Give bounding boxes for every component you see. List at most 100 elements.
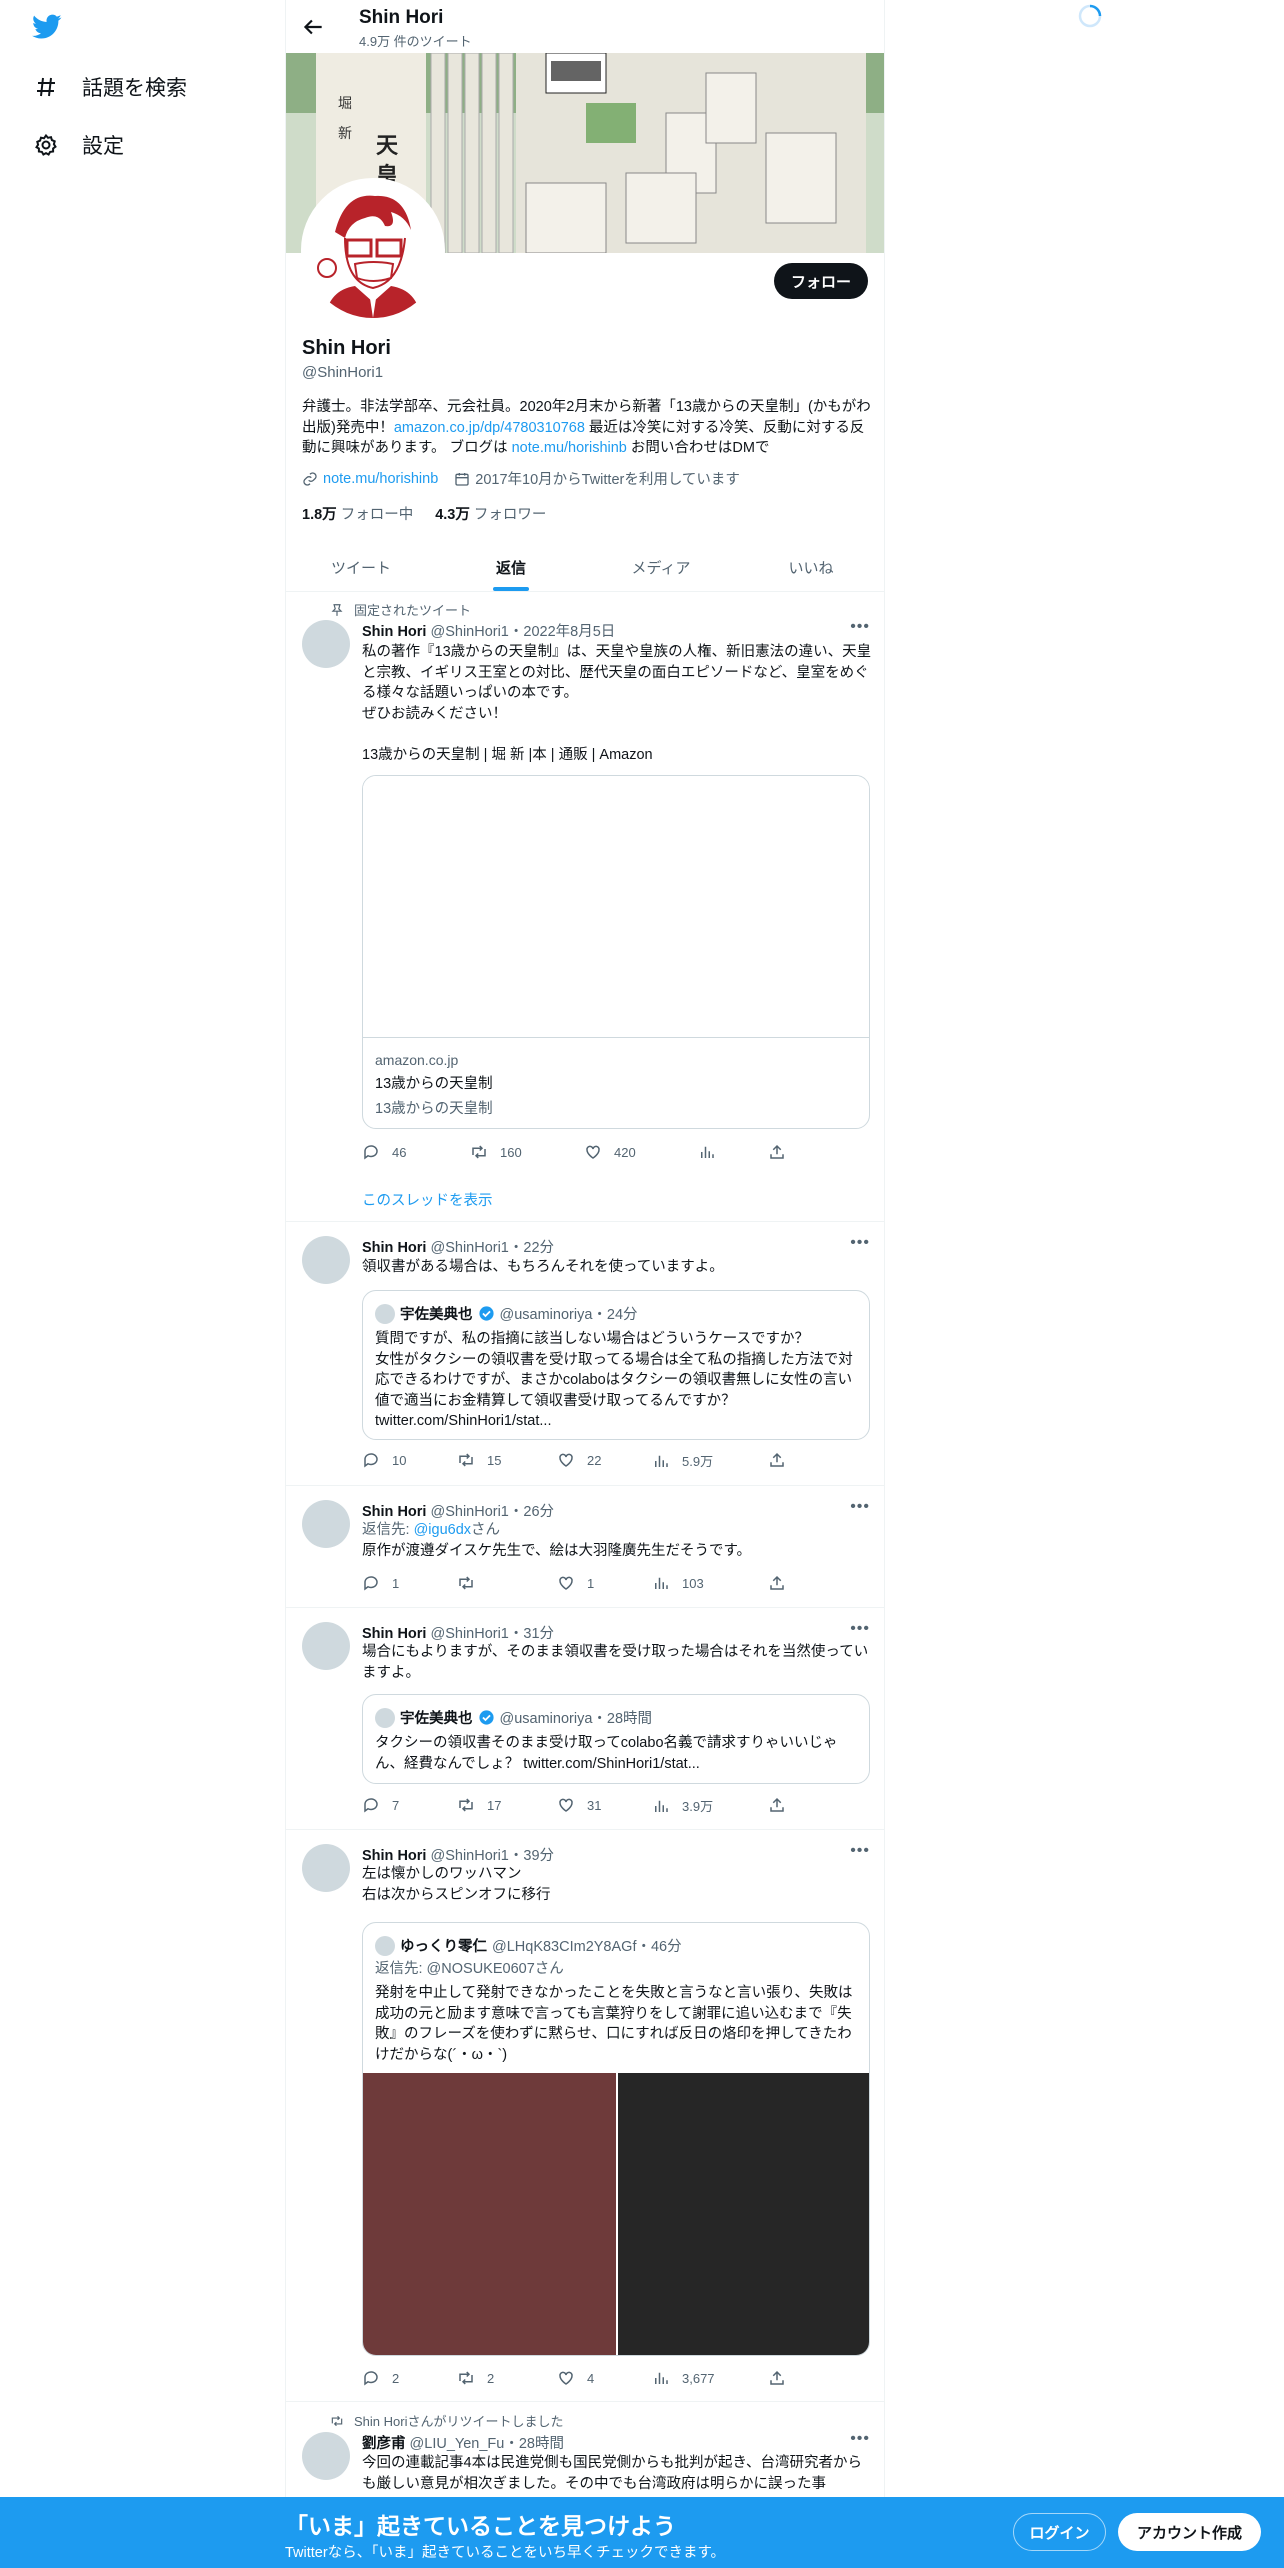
share-button[interactable] bbox=[768, 2369, 786, 2387]
analytics-button[interactable] bbox=[698, 1143, 716, 1161]
quote-tweet[interactable]: 宇佐美典也 @usaminoriya・24分 質問ですが、私の指摘に該当しない場… bbox=[362, 1290, 870, 1440]
like-button[interactable]: 420 bbox=[584, 1143, 636, 1161]
quote-header: 宇佐美典也 @usaminoriya・24分 bbox=[375, 1303, 638, 1324]
share-button[interactable] bbox=[768, 1796, 786, 1814]
tweet-pinned[interactable]: 固定されたツイート Shin Hori @ShinHori1・2022年8月5日… bbox=[286, 592, 884, 1222]
like-button[interactable]: 4 bbox=[557, 2369, 594, 2387]
retweet-button[interactable]: 2 bbox=[457, 2369, 494, 2387]
bio-amazon-link[interactable]: amazon.co.jp/dp/4780310768 bbox=[394, 420, 585, 436]
tweet[interactable]: Shin Hori @ShinHori1・31分 ••• 場合にもよりますが、そ… bbox=[286, 1608, 884, 1830]
bio-note-link[interactable]: note.mu/horishinb bbox=[512, 440, 627, 456]
login-button[interactable]: ログイン bbox=[1013, 2513, 1106, 2551]
avatar[interactable] bbox=[302, 1236, 350, 1284]
avatar[interactable] bbox=[302, 1622, 350, 1670]
signup-banner: 「いま」起きていることを見つけよう Twitterなら、「いま」起きていることを… bbox=[0, 2497, 1284, 2568]
share-button[interactable] bbox=[768, 1143, 786, 1161]
profile-avatar[interactable] bbox=[301, 178, 445, 322]
reply-button[interactable]: 10 bbox=[362, 1451, 406, 1469]
tab-tweets[interactable]: ツイート bbox=[286, 544, 436, 591]
tweet-meta[interactable]: @ShinHori1・39分 bbox=[430, 1848, 554, 1864]
like-button[interactable]: 31 bbox=[557, 1796, 601, 1814]
profile-joined: 2017年10月からTwitterを利用しています bbox=[454, 468, 740, 489]
signup-button[interactable]: アカウント作成 bbox=[1118, 2513, 1261, 2551]
tab-likes[interactable]: いいね bbox=[736, 544, 884, 591]
more-icon[interactable]: ••• bbox=[850, 1234, 870, 1252]
views-button[interactable]: 3.9万 bbox=[652, 1796, 713, 1815]
tweet-actions: 1 1 103 bbox=[362, 1574, 792, 1594]
tweet[interactable]: Shin Hori @ShinHori1・22分 ••• 領収書がある場合は、も… bbox=[286, 1222, 884, 1486]
avatar[interactable] bbox=[302, 620, 350, 668]
reply-to-handle[interactable]: @igu6dx bbox=[414, 1522, 471, 1538]
tab-replies[interactable]: 返信 bbox=[436, 544, 586, 591]
followers-count[interactable]: 4.3万 フォロワー bbox=[435, 503, 546, 524]
show-thread-link[interactable]: このスレッドを表示 bbox=[362, 1189, 493, 1210]
tweet-header: 劉彦甫 @LIU_Yen_Fu・28時間 bbox=[362, 2432, 564, 2453]
profile-header-bar: Shin Hori 4.9万 件のツイート bbox=[286, 0, 884, 53]
share-button[interactable] bbox=[768, 1574, 786, 1592]
like-button[interactable]: 22 bbox=[557, 1451, 601, 1469]
nav-explore[interactable]: 話題を検索 bbox=[32, 72, 187, 102]
avatar[interactable] bbox=[302, 2432, 350, 2480]
retweet-button[interactable]: 17 bbox=[457, 1796, 501, 1814]
follow-button[interactable]: フォロー bbox=[774, 263, 868, 299]
more-icon[interactable]: ••• bbox=[850, 1498, 870, 1516]
share-button[interactable] bbox=[768, 1451, 786, 1469]
heart-icon bbox=[557, 1451, 575, 1469]
analytics-icon bbox=[652, 2369, 670, 2387]
more-icon[interactable]: ••• bbox=[850, 1842, 870, 1860]
reply-button[interactable]: 2 bbox=[362, 2369, 399, 2387]
retweet-button[interactable] bbox=[457, 1574, 487, 1592]
website-link[interactable]: note.mu/horishinb bbox=[323, 471, 438, 487]
retweet-button[interactable]: 160 bbox=[470, 1143, 522, 1161]
tweet-author[interactable]: 劉彦甫 bbox=[362, 2436, 406, 2452]
tweet-meta[interactable]: @ShinHori1・2022年8月5日 bbox=[430, 624, 615, 640]
tweet-meta[interactable]: @ShinHori1・31分 bbox=[430, 1626, 554, 1642]
tab-media[interactable]: メディア bbox=[586, 544, 736, 591]
tweet-author[interactable]: Shin Hori bbox=[362, 1626, 426, 1642]
link-icon bbox=[302, 471, 318, 487]
back-arrow-icon[interactable] bbox=[300, 14, 326, 40]
retweet-icon bbox=[330, 2414, 344, 2428]
like-button[interactable]: 1 bbox=[557, 1574, 594, 1592]
reply-button[interactable]: 46 bbox=[362, 1143, 406, 1161]
tweet[interactable]: Shin Hori @ShinHori1・39分 ••• 左は懐かしのワッハマン… bbox=[286, 1830, 884, 2402]
tweet-meta[interactable]: @ShinHori1・26分 bbox=[430, 1504, 554, 1520]
twitter-logo-icon[interactable] bbox=[32, 14, 62, 40]
tweet-author[interactable]: Shin Hori bbox=[362, 624, 426, 640]
share-icon bbox=[768, 2369, 786, 2387]
views-button[interactable]: 3,677 bbox=[652, 2369, 715, 2387]
reply-to-label: 返信先: bbox=[362, 1522, 414, 1538]
quote-tweet[interactable]: 宇佐美典也 @usaminoriya・28時間 タクシーの領収書そのまま受け取っ… bbox=[362, 1694, 870, 1784]
follow-counts: 1.8万 フォロー中 4.3万 フォロワー bbox=[302, 503, 546, 524]
quote-media-right[interactable] bbox=[618, 2073, 869, 2355]
tweet-meta[interactable]: @LIU_Yen_Fu・28時間 bbox=[410, 2436, 564, 2452]
tweet-meta[interactable]: @ShinHori1・22分 bbox=[430, 1240, 554, 1256]
reply-button[interactable]: 7 bbox=[362, 1796, 399, 1814]
profile-website[interactable]: note.mu/horishinb bbox=[302, 471, 438, 487]
tweet-text: 場合にもよりますが、そのまま領収書を受け取った場合はそれを当然使っていますよ。 bbox=[362, 1644, 869, 1681]
nav-settings[interactable]: 設定 bbox=[32, 130, 124, 160]
reply-button[interactable]: 1 bbox=[362, 1574, 399, 1592]
link-card[interactable]: amazon.co.jp 13歳からの天皇制 13歳からの天皇制 bbox=[362, 775, 870, 1129]
avatar[interactable] bbox=[302, 1500, 350, 1548]
retweet-button[interactable]: 15 bbox=[457, 1451, 501, 1469]
more-icon[interactable]: ••• bbox=[850, 1620, 870, 1638]
tweet-header: Shin Hori @ShinHori1・26分 bbox=[362, 1500, 554, 1521]
reply-count: 10 bbox=[392, 1452, 407, 1468]
tweet-actions: 10 15 22 5.9万 bbox=[362, 1451, 792, 1471]
nav-settings-label: 設定 bbox=[82, 135, 124, 158]
quote-text: 発射を中止して発射できなかったことを失敗と言うなと言い張り、失敗は成功の元と励ま… bbox=[375, 1985, 853, 2063]
more-icon[interactable]: ••• bbox=[850, 2430, 870, 2448]
avatar[interactable] bbox=[302, 1844, 350, 1892]
more-icon[interactable]: ••• bbox=[850, 618, 870, 636]
tweet-author[interactable]: Shin Hori bbox=[362, 1848, 426, 1864]
tweet-author[interactable]: Shin Hori bbox=[362, 1504, 426, 1520]
tweet[interactable]: Shin Hori @ShinHori1・26分 ••• 返信先: @igu6d… bbox=[286, 1486, 884, 1608]
tweet-actions: 7 17 31 3.9万 bbox=[362, 1796, 792, 1816]
quote-tweet[interactable]: ゆっくり零仁 @LHqK83CIm2Y8AGf・46分 返信先: @NOSUKE… bbox=[362, 1922, 870, 2356]
tweet-author[interactable]: Shin Hori bbox=[362, 1240, 426, 1256]
views-button[interactable]: 103 bbox=[652, 1574, 704, 1592]
views-button[interactable]: 5.9万 bbox=[652, 1451, 713, 1470]
quote-media-left[interactable] bbox=[363, 2073, 616, 2355]
following-count[interactable]: 1.8万 フォロー中 bbox=[302, 503, 413, 524]
